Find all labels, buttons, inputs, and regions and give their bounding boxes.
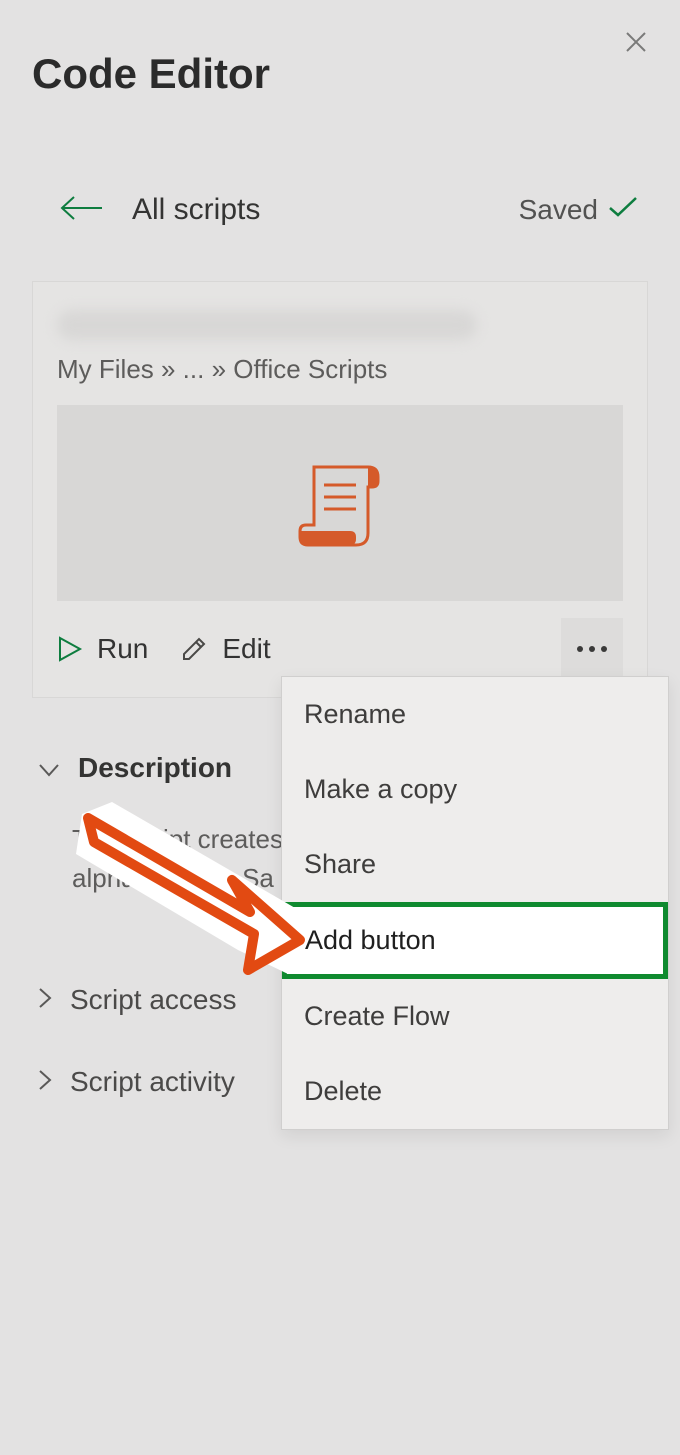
- chevron-right-icon: [38, 1066, 52, 1098]
- arrow-left-icon: [58, 194, 104, 222]
- nav-all-scripts[interactable]: All scripts: [132, 193, 260, 227]
- context-menu: Rename Make a copy Share Add button Crea…: [281, 676, 669, 1130]
- script-scroll-icon: [290, 453, 390, 553]
- ellipsis-icon: [577, 646, 583, 652]
- menu-item-create-flow[interactable]: Create Flow: [282, 979, 668, 1054]
- menu-item-share[interactable]: Share: [282, 827, 668, 902]
- script-title-blurred: [57, 310, 477, 340]
- run-label: Run: [97, 633, 148, 665]
- play-icon: [57, 635, 83, 663]
- page-title: Code Editor: [32, 50, 648, 98]
- checkmark-icon: [608, 194, 638, 226]
- script-thumbnail: [57, 405, 623, 601]
- menu-item-add-button[interactable]: Add button: [282, 902, 668, 979]
- more-options-button[interactable]: [561, 618, 623, 680]
- menu-item-delete[interactable]: Delete: [282, 1054, 668, 1129]
- section-access-label: Script access: [70, 984, 237, 1016]
- saved-status: Saved: [519, 194, 648, 226]
- breadcrumb: My Files » ... » Office Scripts: [57, 354, 623, 385]
- back-button[interactable]: [58, 194, 104, 227]
- menu-item-rename[interactable]: Rename: [282, 677, 668, 752]
- edit-label: Edit: [222, 633, 270, 665]
- saved-label: Saved: [519, 194, 598, 226]
- section-activity-label: Script activity: [70, 1066, 235, 1098]
- script-card: My Files » ... » Office Scripts Run: [32, 281, 648, 698]
- pencil-icon: [180, 635, 208, 663]
- chevron-right-icon: [38, 984, 52, 1016]
- chevron-down-icon: [38, 752, 60, 784]
- menu-item-make-copy[interactable]: Make a copy: [282, 752, 668, 827]
- run-button[interactable]: Run: [57, 633, 148, 665]
- close-icon: [624, 30, 648, 54]
- close-button[interactable]: [622, 28, 650, 56]
- section-description-label: Description: [78, 752, 232, 784]
- nav-bar: All scripts Saved: [32, 193, 648, 227]
- edit-button[interactable]: Edit: [180, 633, 270, 665]
